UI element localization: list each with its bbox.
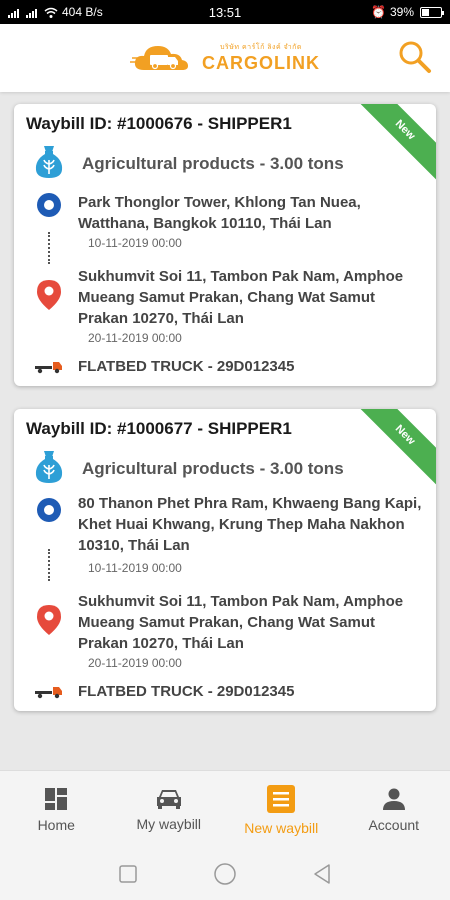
- search-button[interactable]: [398, 40, 432, 74]
- waybill-title: Waybill ID: #1000677 - SHIPPER1: [26, 419, 292, 438]
- dashboard-icon: [45, 787, 68, 810]
- new-badge: New: [349, 104, 436, 186]
- nav-my-waybill-label: My waybill: [136, 815, 202, 832]
- origin-date: 10-11-2019 00:00: [88, 561, 182, 575]
- route-divider: [48, 232, 50, 264]
- origin-address: 80 Thanon Phet Phra Ram, Khwaeng Bang Ka…: [78, 495, 422, 554]
- goods-description: Agricultural products - 3.00 tons: [82, 459, 344, 478]
- truck-icon: [35, 362, 62, 374]
- battery-icon: [420, 6, 444, 18]
- waybill-title: Waybill ID: #1000676 - SHIPPER1: [26, 114, 292, 133]
- search-icon: [399, 41, 431, 73]
- system-navigation-bar: [0, 848, 450, 900]
- home-circle-icon[interactable]: [213, 862, 237, 886]
- person-icon: [382, 788, 405, 810]
- origin-pin-icon: [37, 498, 61, 522]
- truck-info: FLATBED TRUCK - 29D012345: [78, 683, 295, 700]
- origin-date: 10-11-2019 00:00: [88, 236, 182, 250]
- goods-sack-icon: [35, 146, 63, 178]
- nav-new-waybill-label: New waybill: [244, 819, 319, 836]
- destination-address: Sukhumvit Soi 11, Tambon Pak Nam, Amphoe…: [78, 268, 404, 327]
- signal-icon: [8, 8, 19, 18]
- logo-name: CARGOLINK: [202, 53, 320, 73]
- app-header: บริษัท คาร์โก้ ลิงค์ จำกัด CARGOLINK: [0, 24, 450, 92]
- nav-home-label: Home: [37, 816, 75, 833]
- new-badge: New: [349, 409, 436, 491]
- origin-address: Park Thonglor Tower, Khlong Tan Nuea, Wa…: [78, 194, 361, 232]
- wifi-icon: [44, 7, 58, 18]
- destination-date: 20-11-2019 00:00: [88, 656, 182, 670]
- battery-percent: 39%: [389, 5, 414, 19]
- truck-info: FLATBED TRUCK - 29D012345: [78, 358, 295, 375]
- truck-icon: [35, 687, 62, 699]
- signal-icon: [26, 8, 37, 18]
- nav-my-waybill[interactable]: My waybill: [113, 771, 226, 848]
- route-divider: [48, 549, 50, 581]
- bottom-nav: Home My waybill New waybill Account: [0, 770, 450, 848]
- nav-home[interactable]: Home: [0, 771, 113, 848]
- cargolink-logo: บริษัท คาร์โก้ ลิงค์ จำกัด CARGOLINK: [130, 40, 320, 76]
- nav-new-waybill[interactable]: New waybill: [225, 771, 338, 848]
- status-bar: 404 B/s 13:51 ⏰ 39%: [0, 0, 450, 24]
- goods-sack-icon: [35, 451, 63, 483]
- destination-pin-icon: [37, 280, 61, 310]
- origin-pin-icon: [37, 193, 61, 217]
- alarm-icon: ⏰: [371, 5, 386, 19]
- cloud-truck-icon: [130, 46, 188, 70]
- recent-apps-icon[interactable]: [118, 864, 138, 884]
- destination-address: Sukhumvit Soi 11, Tambon Pak Nam, Amphoe…: [78, 593, 404, 652]
- back-triangle-icon[interactable]: [312, 863, 332, 885]
- destination-pin-icon: [37, 605, 61, 635]
- destination-date: 20-11-2019 00:00: [88, 331, 182, 345]
- document-list-icon: [267, 784, 296, 813]
- network-speed: 404 B/s: [62, 5, 103, 19]
- nav-account[interactable]: Account: [338, 771, 450, 848]
- logo-tagline: บริษัท คาร์โก้ ลิงค์ จำกัด: [220, 44, 302, 51]
- waybill-card[interactable]: Waybill ID: #1000677 - SHIPPER1 New Agri…: [14, 409, 436, 711]
- nav-account-label: Account: [368, 816, 420, 833]
- goods-description: Agricultural products - 3.00 tons: [82, 154, 344, 173]
- car-icon: [156, 789, 181, 809]
- waybill-card[interactable]: Waybill ID: #1000676 - SHIPPER1 New Agri…: [14, 104, 436, 386]
